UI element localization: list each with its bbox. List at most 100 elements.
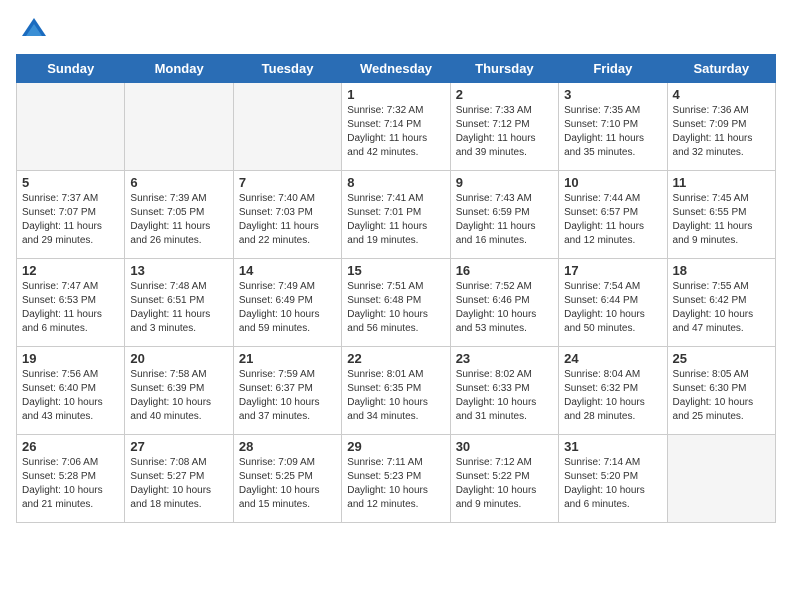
day-number: 2	[456, 87, 553, 102]
calendar-cell	[125, 83, 233, 171]
calendar-table: SundayMondayTuesdayWednesdayThursdayFrid…	[16, 54, 776, 523]
day-info: Sunrise: 7:51 AM Sunset: 6:48 PM Dayligh…	[347, 280, 444, 336]
header-day-monday: Monday	[125, 55, 233, 83]
calendar-cell: 10 Sunrise: 7:44 AM Sunset: 6:57 PM Dayli…	[559, 171, 667, 259]
calendar-week-1: 1 Sunrise: 7:32 AM Sunset: 7:14 PM Daylig…	[17, 83, 776, 171]
calendar-body: 1 Sunrise: 7:32 AM Sunset: 7:14 PM Daylig…	[17, 83, 776, 523]
day-info: Sunrise: 7:33 AM Sunset: 7:12 PM Dayligh…	[456, 104, 553, 160]
day-info: Sunrise: 7:08 AM Sunset: 5:27 PM Dayligh…	[130, 456, 227, 512]
day-number: 13	[130, 263, 227, 278]
day-number: 17	[564, 263, 661, 278]
logo	[16, 16, 48, 44]
calendar-cell: 23 Sunrise: 8:02 AM Sunset: 6:33 PM Dayli…	[450, 347, 558, 435]
calendar-cell: 16Sunrise: 7:52 AM Sunset: 6:46 PM Dayli…	[450, 259, 558, 347]
day-number: 30	[456, 439, 553, 454]
logo-icon	[20, 16, 48, 44]
day-number: 1	[347, 87, 444, 102]
day-info: Sunrise: 8:04 AM Sunset: 6:32 PM Dayligh…	[564, 368, 661, 424]
calendar-cell: 13 Sunrise: 7:48 AM Sunset: 6:51 PM Dayli…	[125, 259, 233, 347]
day-number: 7	[239, 175, 336, 190]
day-info: Sunrise: 7:55 AM Sunset: 6:42 PM Dayligh…	[673, 280, 770, 336]
calendar-cell: 12 Sunrise: 7:47 AM Sunset: 6:53 PM Dayli…	[17, 259, 125, 347]
day-info: Sunrise: 7:59 AM Sunset: 6:37 PM Dayligh…	[239, 368, 336, 424]
day-info: Sunrise: 7:44 AM Sunset: 6:57 PM Dayligh…	[564, 192, 661, 248]
day-number: 6	[130, 175, 227, 190]
day-number: 31	[564, 439, 661, 454]
calendar-cell: 6Sunrise: 7:39 AM Sunset: 7:05 PM Daylig…	[125, 171, 233, 259]
day-info: Sunrise: 7:06 AM Sunset: 5:28 PM Dayligh…	[22, 456, 119, 512]
header-row: SundayMondayTuesdayWednesdayThursdayFrid…	[17, 55, 776, 83]
calendar-cell	[233, 83, 341, 171]
calendar-cell: 11 Sunrise: 7:45 AM Sunset: 6:55 PM Dayli…	[667, 171, 775, 259]
day-number: 16	[456, 263, 553, 278]
calendar-cell: 5 Sunrise: 7:37 AM Sunset: 7:07 PM Daylig…	[17, 171, 125, 259]
day-info: Sunrise: 7:32 AM Sunset: 7:14 PM Dayligh…	[347, 104, 444, 160]
day-number: 23	[456, 351, 553, 366]
day-info: Sunrise: 7:11 AM Sunset: 5:23 PM Dayligh…	[347, 456, 444, 512]
day-info: Sunrise: 7:47 AM Sunset: 6:53 PM Dayligh…	[22, 280, 119, 336]
day-number: 5	[22, 175, 119, 190]
day-info: Sunrise: 7:58 AM Sunset: 6:39 PM Dayligh…	[130, 368, 227, 424]
calendar-week-3: 12 Sunrise: 7:47 AM Sunset: 6:53 PM Dayli…	[17, 259, 776, 347]
day-info: Sunrise: 7:41 AM Sunset: 7:01 PM Dayligh…	[347, 192, 444, 248]
calendar-cell: 8 Sunrise: 7:41 AM Sunset: 7:01 PM Daylig…	[342, 171, 450, 259]
day-info: Sunrise: 7:14 AM Sunset: 5:20 PM Dayligh…	[564, 456, 661, 512]
day-number: 19	[22, 351, 119, 366]
day-info: Sunrise: 7:12 AM Sunset: 5:22 PM Dayligh…	[456, 456, 553, 512]
calendar-week-4: 19Sunrise: 7:56 AM Sunset: 6:40 PM Dayli…	[17, 347, 776, 435]
day-info: Sunrise: 8:02 AM Sunset: 6:33 PM Dayligh…	[456, 368, 553, 424]
day-number: 22	[347, 351, 444, 366]
header-day-friday: Friday	[559, 55, 667, 83]
page-header	[16, 16, 776, 44]
calendar-cell: 27 Sunrise: 7:08 AM Sunset: 5:27 PM Dayli…	[125, 435, 233, 523]
header-day-sunday: Sunday	[17, 55, 125, 83]
header-day-thursday: Thursday	[450, 55, 558, 83]
calendar-cell	[667, 435, 775, 523]
day-number: 28	[239, 439, 336, 454]
calendar-cell: 15 Sunrise: 7:51 AM Sunset: 6:48 PM Dayli…	[342, 259, 450, 347]
calendar-cell: 9 Sunrise: 7:43 AM Sunset: 6:59 PM Daylig…	[450, 171, 558, 259]
day-info: Sunrise: 7:48 AM Sunset: 6:51 PM Dayligh…	[130, 280, 227, 336]
calendar-week-5: 26 Sunrise: 7:06 AM Sunset: 5:28 PM Dayli…	[17, 435, 776, 523]
day-number: 9	[456, 175, 553, 190]
calendar-cell: 19Sunrise: 7:56 AM Sunset: 6:40 PM Dayli…	[17, 347, 125, 435]
day-number: 20	[130, 351, 227, 366]
day-info: Sunrise: 7:37 AM Sunset: 7:07 PM Dayligh…	[22, 192, 119, 248]
calendar-cell: 1 Sunrise: 7:32 AM Sunset: 7:14 PM Daylig…	[342, 83, 450, 171]
day-number: 15	[347, 263, 444, 278]
day-number: 24	[564, 351, 661, 366]
day-info: Sunrise: 7:35 AM Sunset: 7:10 PM Dayligh…	[564, 104, 661, 160]
calendar-cell: 24 Sunrise: 8:04 AM Sunset: 6:32 PM Dayli…	[559, 347, 667, 435]
day-number: 11	[673, 175, 770, 190]
calendar-cell: 3 Sunrise: 7:35 AM Sunset: 7:10 PM Daylig…	[559, 83, 667, 171]
calendar-cell: 28 Sunrise: 7:09 AM Sunset: 5:25 PM Dayli…	[233, 435, 341, 523]
day-number: 3	[564, 87, 661, 102]
calendar-cell: 22Sunrise: 8:01 AM Sunset: 6:35 PM Dayli…	[342, 347, 450, 435]
day-info: Sunrise: 7:45 AM Sunset: 6:55 PM Dayligh…	[673, 192, 770, 248]
day-info: Sunrise: 7:54 AM Sunset: 6:44 PM Dayligh…	[564, 280, 661, 336]
header-day-saturday: Saturday	[667, 55, 775, 83]
day-info: Sunrise: 7:49 AM Sunset: 6:49 PM Dayligh…	[239, 280, 336, 336]
day-number: 12	[22, 263, 119, 278]
calendar-week-2: 5 Sunrise: 7:37 AM Sunset: 7:07 PM Daylig…	[17, 171, 776, 259]
calendar-cell: 14 Sunrise: 7:49 AM Sunset: 6:49 PM Dayli…	[233, 259, 341, 347]
day-number: 21	[239, 351, 336, 366]
day-number: 26	[22, 439, 119, 454]
day-number: 29	[347, 439, 444, 454]
day-info: Sunrise: 7:43 AM Sunset: 6:59 PM Dayligh…	[456, 192, 553, 248]
day-number: 18	[673, 263, 770, 278]
calendar-cell: 20 Sunrise: 7:58 AM Sunset: 6:39 PM Dayli…	[125, 347, 233, 435]
day-number: 10	[564, 175, 661, 190]
day-info: Sunrise: 7:09 AM Sunset: 5:25 PM Dayligh…	[239, 456, 336, 512]
calendar-cell: 17 Sunrise: 7:54 AM Sunset: 6:44 PM Dayli…	[559, 259, 667, 347]
day-number: 14	[239, 263, 336, 278]
day-number: 8	[347, 175, 444, 190]
calendar-cell: 25Sunrise: 8:05 AM Sunset: 6:30 PM Dayli…	[667, 347, 775, 435]
calendar-cell: 31 Sunrise: 7:14 AM Sunset: 5:20 PM Dayli…	[559, 435, 667, 523]
calendar-cell: 2 Sunrise: 7:33 AM Sunset: 7:12 PM Daylig…	[450, 83, 558, 171]
day-number: 27	[130, 439, 227, 454]
day-info: Sunrise: 7:36 AM Sunset: 7:09 PM Dayligh…	[673, 104, 770, 160]
calendar-cell: 29 Sunrise: 7:11 AM Sunset: 5:23 PM Dayli…	[342, 435, 450, 523]
calendar-cell: 18 Sunrise: 7:55 AM Sunset: 6:42 PM Dayli…	[667, 259, 775, 347]
calendar-cell: 30 Sunrise: 7:12 AM Sunset: 5:22 PM Dayli…	[450, 435, 558, 523]
